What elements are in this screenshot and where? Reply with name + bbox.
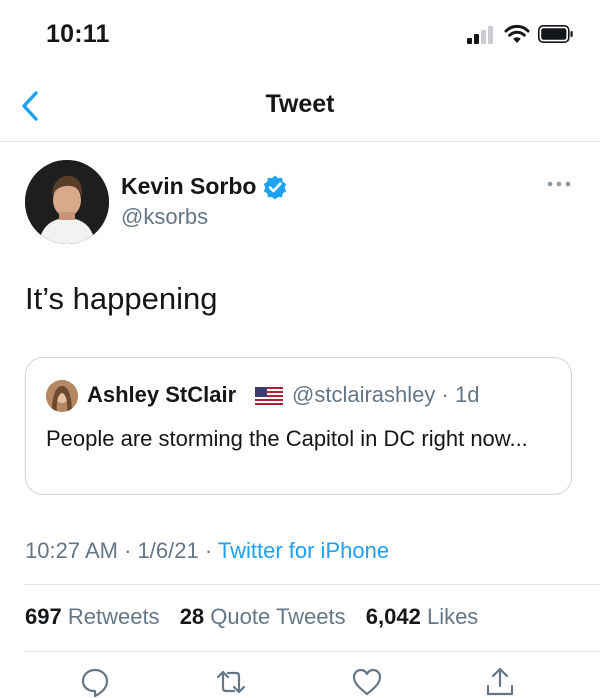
quoted-author-avatar [46,380,78,412]
author-avatar[interactable] [25,160,109,244]
engagement-stats: 697 Retweets 28 Quote Tweets 6,042 Likes [25,604,492,630]
quoted-tweet-card[interactable]: Ashley StClair @stclairashley · 1d Peopl… [25,357,572,495]
battery-icon [538,25,573,43]
likes-label: Likes [426,604,479,629]
likes-stat[interactable]: 6,042 Likes [366,604,479,629]
author-name[interactable]: Kevin Sorbo [121,173,256,200]
quoted-author-name: Ashley StClair [87,382,237,407]
tweet-timestamp: 10:27 AM · 1/6/21 · Twitter for iPhone [25,538,389,564]
quoted-meta: @stclairashley · 1d [292,382,479,408]
reply-icon[interactable] [79,666,111,698]
tweet-date: 1/6/21 [137,538,199,563]
tweet-text: It’s happening [25,281,218,316]
quoted-author-handle: @stclairashley [292,382,436,407]
tweet-source-link[interactable]: Twitter for iPhone [218,538,389,563]
likes-count: 6,042 [365,604,421,629]
like-heart-icon[interactable] [351,666,383,698]
header-divider [0,141,600,142]
divider [25,651,600,652]
us-flag-icon [255,387,283,405]
author-handle[interactable]: @ksorbs [121,204,208,230]
status-time: 10:11 [46,20,110,48]
more-options-icon[interactable] [546,178,572,190]
divider [25,584,600,585]
meta-separator: · [441,382,449,407]
quoted-age: 1d [454,382,480,407]
timestamp-separator: · [124,538,132,563]
quote-tweets-count: 28 [179,604,205,629]
quote-tweets-stat[interactable]: 28 Quote Tweets [180,604,346,629]
retweets-label: Retweets [67,604,160,629]
share-icon[interactable] [484,666,516,698]
cellular-signal-icon [467,26,495,44]
tweet-time: 10:27 AM [25,538,118,563]
quoted-tweet-text: People are storming the Capitol in DC ri… [46,426,528,451]
timestamp-separator: · [204,538,213,563]
verified-badge-icon [263,175,287,200]
page-title: Tweet [265,90,335,118]
retweet-icon[interactable] [215,666,247,698]
quote-tweets-label: Quote Tweets [210,604,346,629]
retweets-stat[interactable]: 697 Retweets [25,604,160,629]
wifi-icon [504,24,530,43]
retweets-count: 697 [25,604,62,629]
